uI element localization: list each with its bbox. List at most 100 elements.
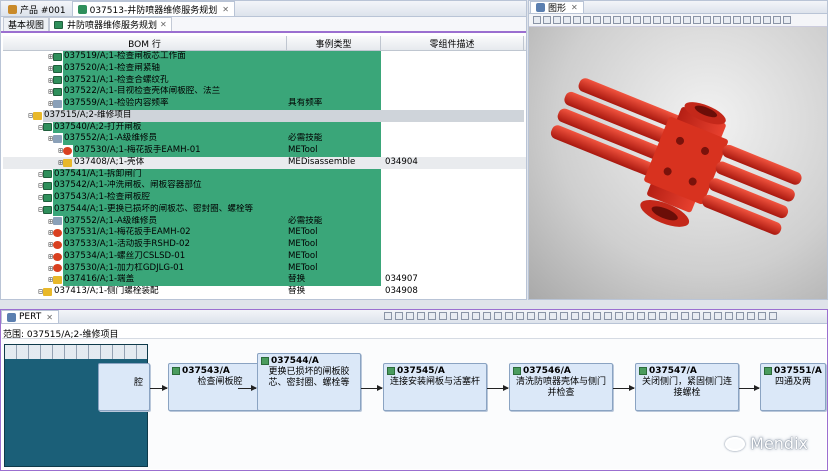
toolbar-button-icon[interactable] [681, 312, 689, 320]
toolbar-button-icon[interactable] [483, 312, 491, 320]
tree-toggle-icon[interactable]: ⊟ [3, 192, 43, 204]
tree-toggle-icon[interactable]: ⊞ [3, 75, 53, 87]
toolbar-button-icon[interactable] [472, 312, 480, 320]
tree-toggle-icon[interactable]: ⊞ [3, 133, 53, 145]
toolbar-button-icon[interactable] [604, 312, 612, 320]
pert-node[interactable]: 037545/A 连接安装闸板与活塞杆 [383, 363, 487, 411]
bom-row[interactable]: ⊞ 037534/A;1-螺丝刀CSLSD-01 METool [3, 250, 526, 263]
tree-toggle-icon[interactable]: ⊞ [3, 145, 63, 157]
toolbar-button-icon[interactable] [406, 312, 414, 320]
toolbar-button-icon[interactable] [637, 312, 645, 320]
toolbar-button-icon[interactable] [725, 312, 733, 320]
bom-row[interactable]: ⊟ 037542/A;1-冲洗闸板、闸板容器部位 [3, 180, 526, 192]
toolbar-button-icon[interactable] [603, 16, 611, 24]
bom-row[interactable]: ⊞ 037530/A;1-梅花扳手EAMH-01 METool [3, 145, 526, 157]
3d-viewport[interactable] [529, 27, 827, 299]
toolbar-button-icon[interactable] [783, 16, 791, 24]
bom-row[interactable]: ⊞ 037533/A;1-活动扳手RSHD-02 METool [3, 239, 526, 251]
toolbar-button-icon[interactable] [747, 312, 755, 320]
toolbar-button-icon[interactable] [663, 16, 671, 24]
tree-toggle-icon[interactable]: ⊞ [3, 274, 53, 286]
toolbar-button-icon[interactable] [714, 312, 722, 320]
toolbar-button-icon[interactable] [615, 312, 623, 320]
tree-toggle-icon[interactable]: ⊞ [3, 227, 53, 239]
tree-toggle-icon[interactable]: ⊞ [3, 263, 53, 275]
pert-node[interactable]: 037551/A 四通及两 [760, 363, 826, 411]
toolbar-button-icon[interactable] [653, 16, 661, 24]
tree-toggle-icon[interactable]: ⊟ [3, 169, 43, 181]
close-icon[interactable]: ✕ [571, 3, 578, 12]
toolbar-button-icon[interactable] [670, 312, 678, 320]
toolbar-button-icon[interactable] [428, 312, 436, 320]
toolbar-button-icon[interactable] [753, 16, 761, 24]
toolbar-button-icon[interactable] [613, 16, 621, 24]
bom-row[interactable]: ⊟ 037540/A;2-打开闸板 [3, 121, 526, 134]
toolbar-button-icon[interactable] [571, 312, 579, 320]
toolbar-button-icon[interactable] [703, 16, 711, 24]
bom-row[interactable]: ⊞ 037552/A;1-A级维修员 必需技能 [3, 133, 526, 145]
pert-node[interactable]: 037544/A 更换已损坏的闸板胶芯、密封圈、螺栓等 [257, 353, 361, 411]
tree-toggle-icon[interactable]: ⊟ [3, 286, 43, 298]
toolbar-button-icon[interactable] [461, 312, 469, 320]
toolbar-button-icon[interactable] [736, 312, 744, 320]
bom-row[interactable]: ⊞ 037530/A;1-加力杠GDJLG-01 METool [3, 262, 526, 275]
toolbar-button-icon[interactable] [633, 16, 641, 24]
pert-node[interactable]: 037547/A 关闭侧门，紧固侧门连接螺栓 [635, 363, 739, 411]
toolbar-button-icon[interactable] [527, 312, 535, 320]
toolbar-button-icon[interactable] [543, 16, 551, 24]
toolbar-button-icon[interactable] [758, 312, 766, 320]
toolbar-button-icon[interactable] [703, 312, 711, 320]
bom-row[interactable]: ⊞ 037521/A;1-检查合螺纹孔 [3, 74, 526, 87]
toolbar-button-icon[interactable] [505, 312, 513, 320]
tab-product[interactable]: 产品 #001 [2, 1, 72, 16]
tree-toggle-icon[interactable]: ⊞ [3, 251, 53, 263]
bom-row[interactable]: ⊟ 037515/A;2-维修项目 [3, 109, 526, 122]
bom-row[interactable]: ⊞ 037408/A;1-壳体 MEDisassemble 034904 [3, 156, 526, 169]
tab-pert[interactable]: PERT ✕ [1, 310, 59, 323]
close-icon[interactable]: ✕ [46, 313, 53, 322]
tree-toggle-icon[interactable]: ⊞ [3, 216, 53, 228]
subtab-plan[interactable]: 井防喷器维修服务规划 ✕ [49, 17, 172, 31]
tree-toggle-icon[interactable]: ⊞ [3, 86, 53, 98]
tree-toggle-icon[interactable]: ⊟ [3, 110, 33, 122]
toolbar-button-icon[interactable] [743, 16, 751, 24]
toolbar-button-icon[interactable] [723, 16, 731, 24]
toolbar-button-icon[interactable] [763, 16, 771, 24]
bom-row[interactable]: ⊞ 037520/A;1-检查闸紧轴 [3, 62, 526, 75]
toolbar-button-icon[interactable] [643, 16, 651, 24]
toolbar-button-icon[interactable] [648, 312, 656, 320]
tree-toggle-icon[interactable]: ⊞ [3, 51, 53, 63]
bom-row[interactable]: ⊞ 037559/A;1-检验内容频率 具有频率 [3, 98, 526, 110]
toolbar-button-icon[interactable] [494, 312, 502, 320]
tree-toggle-icon[interactable]: ⊞ [3, 98, 53, 110]
toolbar-button-icon[interactable] [516, 312, 524, 320]
toolbar-button-icon[interactable] [533, 16, 541, 24]
tree-toggle-icon[interactable]: ⊞ [3, 239, 53, 251]
toolbar-button-icon[interactable] [713, 16, 721, 24]
tab-bop-plan[interactable]: 037513-井防喷器维修服务规划 ✕ [71, 1, 235, 16]
toolbar-button-icon[interactable] [773, 16, 781, 24]
toolbar-button-icon[interactable] [733, 16, 741, 24]
tab-graphics[interactable]: 图形 ✕ [530, 1, 584, 14]
bom-row[interactable]: ⊞ 037531/A;1-梅花扳手EAMH-02 METool [3, 227, 526, 239]
toolbar-button-icon[interactable] [417, 312, 425, 320]
bom-row[interactable]: ⊞ 037552/A;1-A级维修员 必需技能 [3, 215, 526, 228]
bom-row[interactable]: ⊟ 037541/A;1-拆卸闸门 [3, 168, 526, 181]
pert-canvas[interactable]: 腔 037543/A 检查闸板腔 037544/A 更换已损坏的闸板胶芯、密封圈、螺栓… [2, 338, 826, 469]
toolbar-button-icon[interactable] [538, 312, 546, 320]
col-instance-type[interactable]: 事例类型 [287, 36, 381, 50]
bom-row[interactable]: ⊞ 037416/A;1-端盖 替换 034907 [3, 274, 526, 286]
toolbar-button-icon[interactable] [563, 16, 571, 24]
toolbar-button-icon[interactable] [384, 312, 392, 320]
toolbar-button-icon[interactable] [583, 16, 591, 24]
toolbar-button-icon[interactable] [450, 312, 458, 320]
toolbar-button-icon[interactable] [693, 16, 701, 24]
bom-row[interactable]: ⊞ 037519/A;1-检查闸板芯工作面 [3, 51, 526, 63]
toolbar-button-icon[interactable] [626, 312, 634, 320]
toolbar-button-icon[interactable] [593, 312, 601, 320]
col-bom-row[interactable]: BOM 行 [3, 36, 287, 50]
toolbar-button-icon[interactable] [573, 16, 581, 24]
bom-row[interactable]: ⊞ 037522/A;1-目视检查壳体闸板腔、法兰 [3, 86, 526, 98]
close-icon[interactable]: ✕ [222, 5, 229, 14]
toolbar-button-icon[interactable] [692, 312, 700, 320]
